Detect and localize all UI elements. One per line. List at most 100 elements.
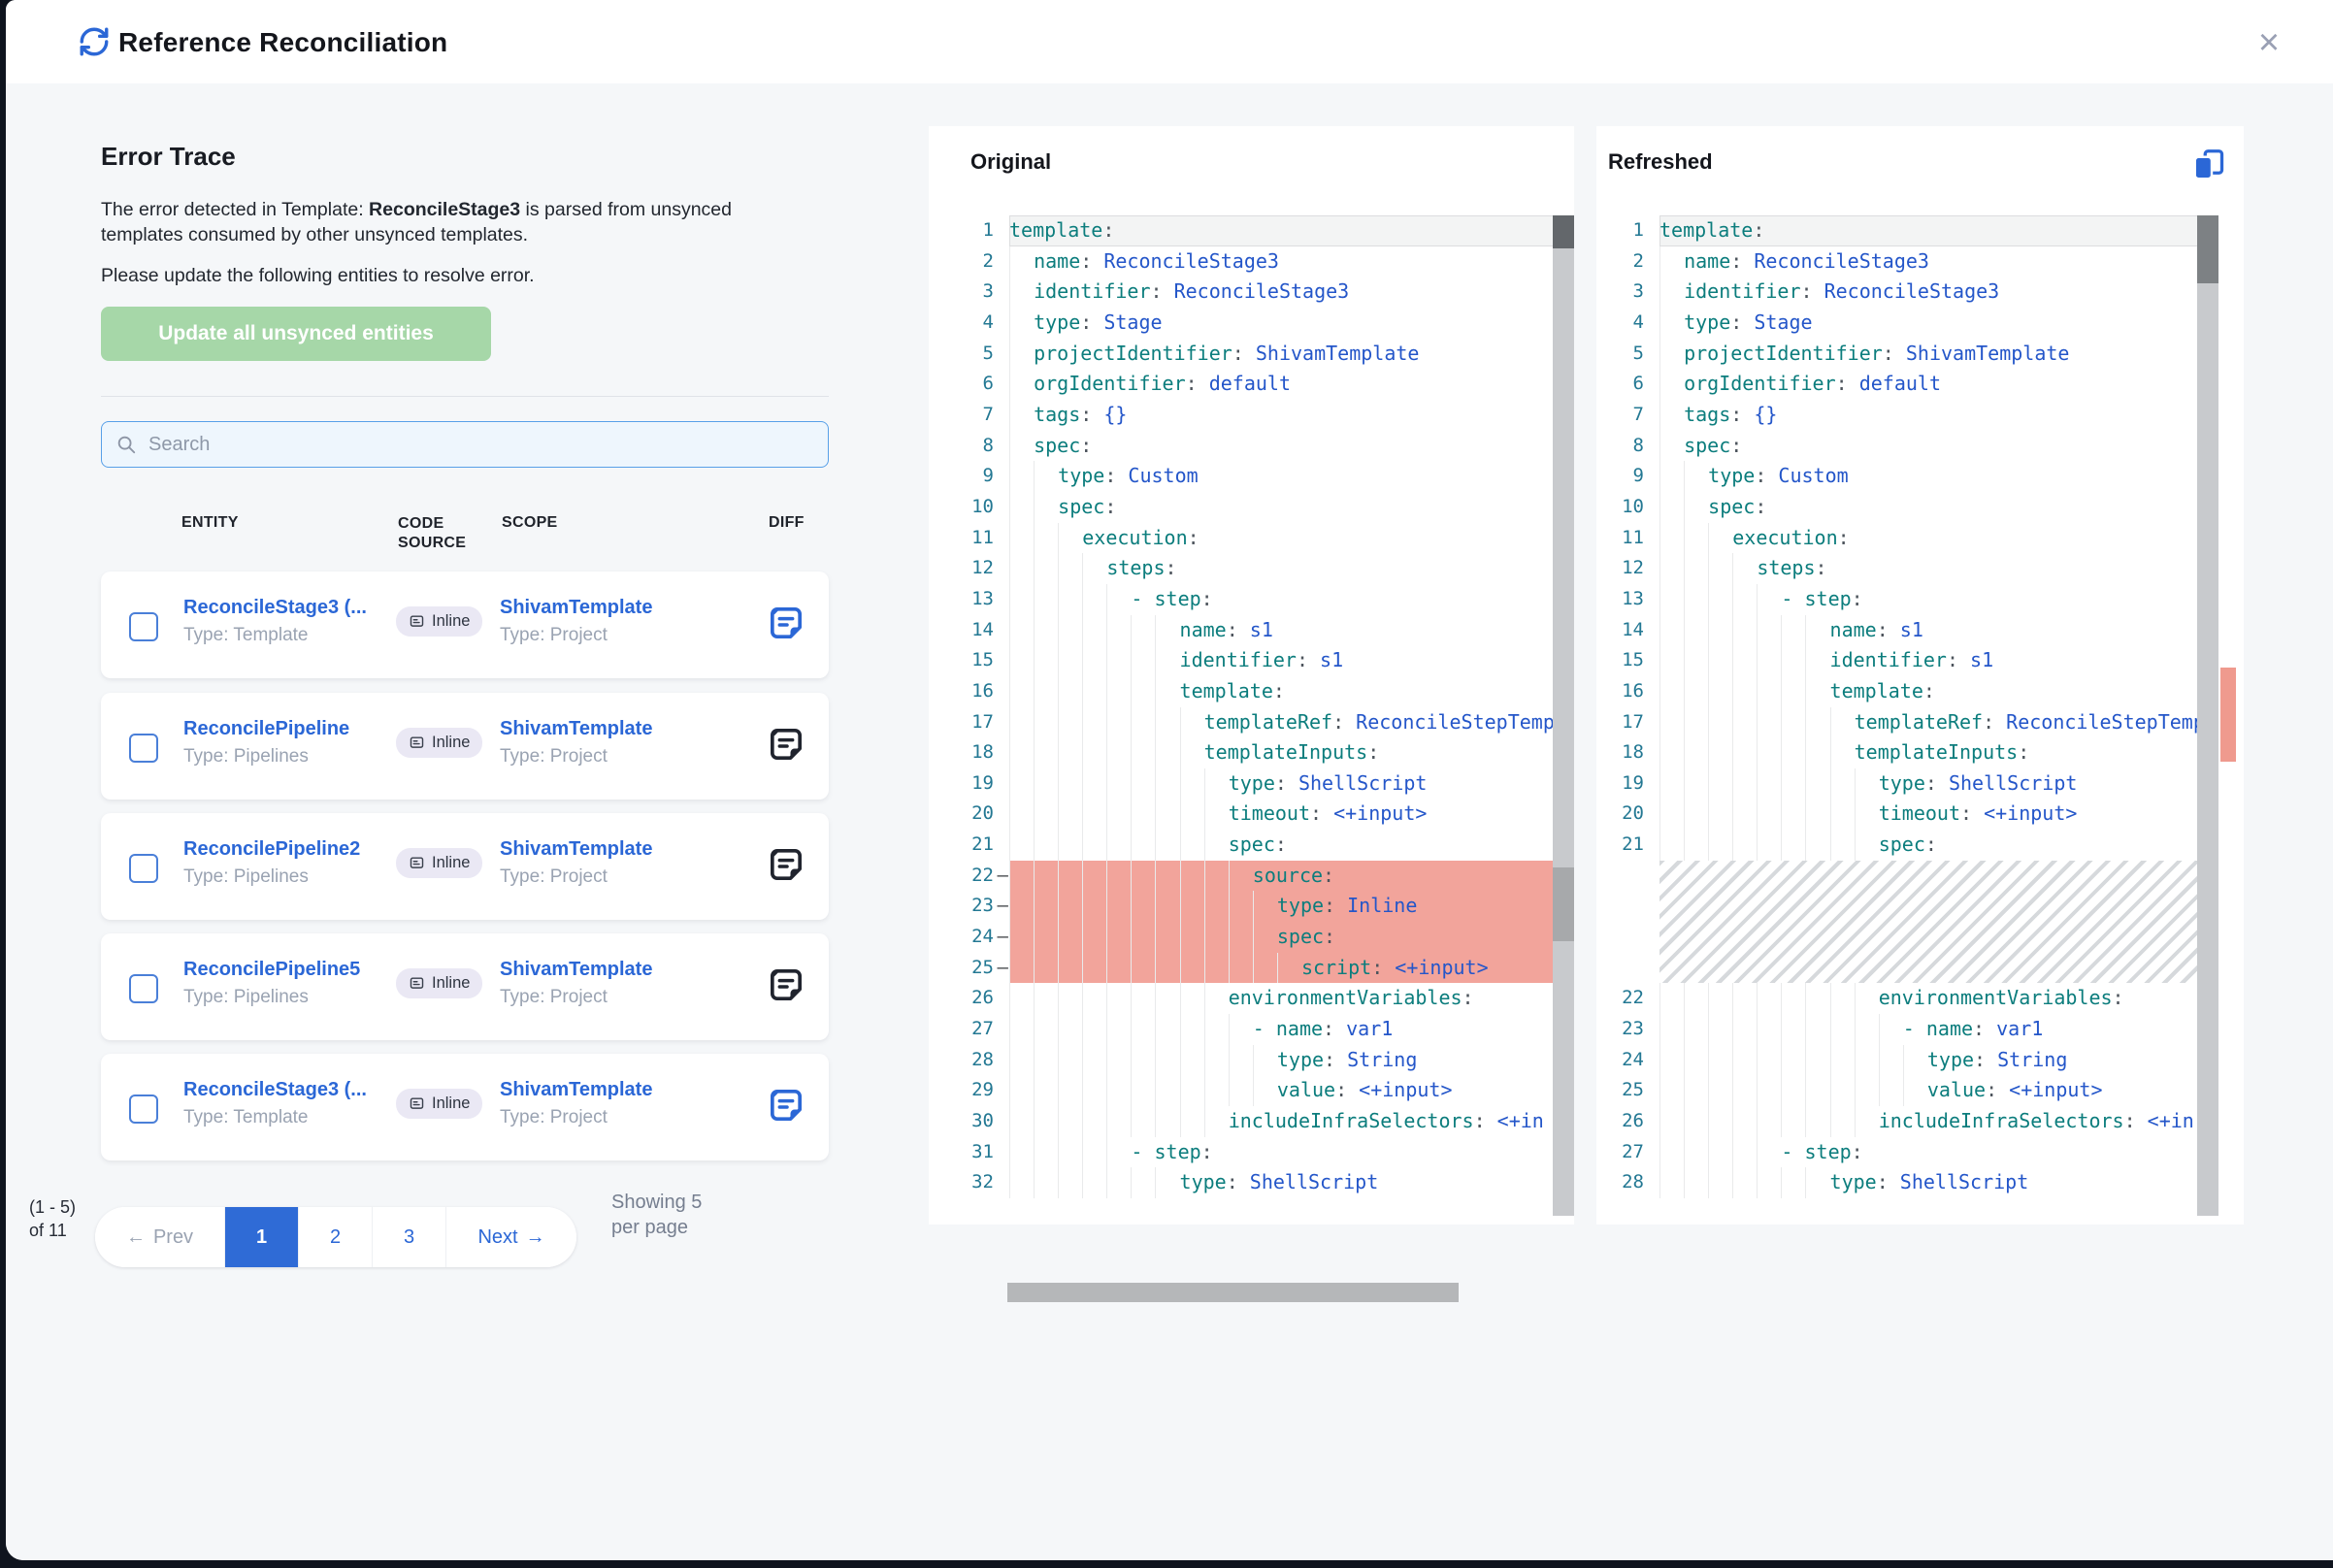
search-box: [101, 421, 829, 468]
row-checkbox[interactable]: [129, 854, 158, 883]
code-line: 4type: Stage: [961, 308, 1574, 339]
code-line: 13- step:: [961, 584, 1574, 615]
scope-link[interactable]: ShivamTemplate: [500, 718, 674, 740]
code-line: 27- step:: [1611, 1137, 2218, 1168]
column-header-diff: DIFF: [769, 514, 805, 532]
code-line: 14name: s1: [961, 615, 1574, 646]
divider: [101, 396, 829, 397]
code-line: 3identifier: ReconcileStage3: [961, 277, 1574, 308]
code-line: 17templateRef: ReconcileStepTempl: [1611, 707, 2218, 738]
scope-cell: ShivamTemplate Type: Project: [500, 838, 674, 888]
inline-store-icon: [409, 975, 425, 992]
next-label: Next: [477, 1226, 517, 1249]
code-line: 9type: Custom: [1611, 461, 2218, 492]
diff-note-icon[interactable]: [767, 725, 805, 764]
entity-table-row: ReconcilePipeline Type: Pipelines Inline…: [101, 693, 829, 800]
code-line: 19type: ShellScript: [961, 768, 1574, 800]
code-source-label: Inline: [432, 1094, 470, 1113]
code-line: 31- step:: [961, 1137, 1574, 1168]
close-icon[interactable]: ×: [2248, 21, 2290, 64]
search-input[interactable]: [147, 433, 814, 457]
page-button-2[interactable]: 2: [299, 1207, 373, 1267]
code-line: 7tags: {}: [1611, 400, 2218, 431]
original-code-panel: Original 1template:2name: ReconcileStage…: [929, 126, 1574, 1225]
entity-cell: ReconcilePipeline Type: Pipelines: [183, 718, 391, 768]
scope-link[interactable]: ShivamTemplate: [500, 838, 674, 861]
code-line: 22environmentVariables:: [1611, 983, 2218, 1014]
entity-name-link[interactable]: ReconcilePipeline5: [183, 959, 391, 981]
code-line: 26environmentVariables:: [961, 983, 1574, 1014]
diff-note-icon[interactable]: [767, 965, 805, 1004]
page-button-1[interactable]: 1: [225, 1207, 299, 1267]
entity-table-row: ReconcileStage3 (... Type: Template Inli…: [101, 1054, 829, 1160]
next-page-button[interactable]: Next →: [446, 1207, 576, 1267]
row-checkbox[interactable]: [129, 612, 158, 641]
entity-name-link[interactable]: ReconcilePipeline: [183, 718, 391, 740]
original-scrollbar-thumb[interactable]: [1553, 215, 1574, 248]
code-line: 28type: ShellScript: [1611, 1167, 2218, 1198]
code-line: 10spec:: [1611, 492, 2218, 523]
original-panel-label: Original: [970, 149, 1051, 175]
reference-reconciliation-dialog: Reference Reconciliation × Error Trace T…: [6, 0, 2333, 1560]
code-line: 11execution:: [1611, 523, 2218, 554]
diff-removed-gap: [1611, 861, 2218, 984]
row-checkbox[interactable]: [129, 734, 158, 763]
code-source-badge: Inline: [396, 1089, 482, 1119]
column-header-scope: SCOPE: [502, 514, 558, 532]
code-line: 21spec:: [961, 830, 1574, 861]
code-line: 15identifier: s1: [1611, 645, 2218, 676]
refreshed-scrollbar-thumb[interactable]: [2197, 215, 2218, 283]
scope-type-label: Type: Project: [500, 987, 674, 1008]
entity-type-label: Type: Template: [183, 625, 391, 646]
row-checkbox[interactable]: [129, 974, 158, 1003]
original-horizontal-scrollbar[interactable]: [1007, 1283, 1459, 1302]
prev-label: Prev: [153, 1226, 193, 1249]
diff-view: Original 1template:2name: ReconcileStage…: [929, 83, 2333, 1560]
code-line: 14name: s1: [1611, 615, 2218, 646]
entity-table-row: ReconcilePipeline2 Type: Pipelines Inlin…: [101, 813, 829, 920]
entity-name-link[interactable]: ReconcilePipeline2: [183, 838, 391, 861]
update-all-unsynced-entities-button[interactable]: Update all unsynced entities: [101, 307, 491, 361]
code-line: 30includeInfraSelectors: <+in: [961, 1106, 1574, 1137]
diff-note-icon[interactable]: [767, 1086, 805, 1125]
page-button-3[interactable]: 3: [373, 1207, 446, 1267]
entity-name-link[interactable]: ReconcileStage3 (...: [183, 597, 391, 619]
code-line: 19type: ShellScript: [1611, 768, 2218, 800]
prev-page-button[interactable]: ← Prev: [95, 1207, 225, 1267]
scope-link[interactable]: ShivamTemplate: [500, 1079, 674, 1101]
code-line: 32type: ShellScript: [961, 1167, 1574, 1198]
refreshed-vertical-scrollbar[interactable]: [2197, 215, 2218, 1216]
entity-cell: ReconcilePipeline5 Type: Pipelines: [183, 959, 391, 1008]
code-line: 24type: String: [1611, 1045, 2218, 1076]
code-source-badge: Inline: [396, 606, 482, 637]
code-line: 27- name: var1: [961, 1014, 1574, 1045]
original-vertical-scrollbar[interactable]: [1553, 215, 1574, 1216]
row-checkbox[interactable]: [129, 1094, 158, 1124]
scope-link[interactable]: ShivamTemplate: [500, 959, 674, 981]
arrow-right-icon: →: [526, 1226, 545, 1249]
entity-type-label: Type: Pipelines: [183, 746, 391, 768]
diff-note-icon[interactable]: [767, 845, 805, 884]
code-line: 29value: <+input>: [961, 1075, 1574, 1106]
code-source-label: Inline: [432, 854, 470, 872]
code-source-badge: Inline: [396, 968, 482, 998]
code-line: 6orgIdentifier: default: [1611, 369, 2218, 400]
code-line: 2name: ReconcileStage3: [961, 246, 1574, 278]
code-line: 23- name: var1: [1611, 1014, 2218, 1045]
code-line: 21spec:: [1611, 830, 2218, 861]
entity-cell: ReconcileStage3 (... Type: Template: [183, 597, 391, 646]
entity-type-label: Type: Template: [183, 1107, 391, 1128]
entity-type-label: Type: Pipelines: [183, 987, 391, 1008]
dialog-header: Reference Reconciliation ×: [6, 0, 2333, 84]
code-line: 8spec:: [1611, 431, 2218, 462]
code-source-label: Inline: [432, 612, 470, 631]
code-line: 15identifier: s1: [961, 645, 1574, 676]
error-instruction: Please update the following entities to …: [101, 264, 780, 289]
entity-name-link[interactable]: ReconcileStage3 (...: [183, 1079, 391, 1101]
code-line: 2name: ReconcileStage3: [1611, 246, 2218, 278]
diff-note-icon[interactable]: [767, 604, 805, 642]
code-source-badge: Inline: [396, 848, 482, 878]
copy-icon[interactable]: [2190, 147, 2227, 184]
sync-refresh-icon: [78, 25, 111, 58]
scope-link[interactable]: ShivamTemplate: [500, 597, 674, 619]
